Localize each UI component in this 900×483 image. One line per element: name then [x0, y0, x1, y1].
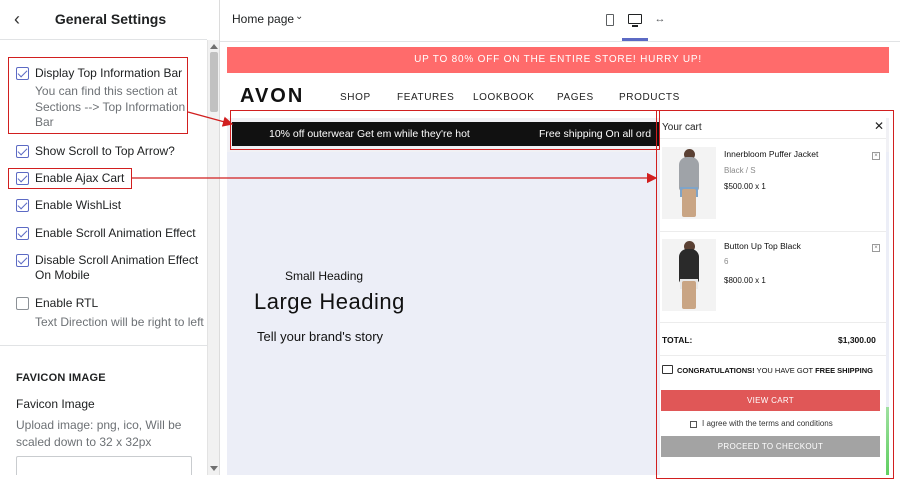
scroll-thumb[interactable]: [210, 52, 218, 112]
store-logo[interactable]: AVON: [240, 85, 304, 108]
panel-header: ‹ General Settings: [0, 0, 207, 40]
panel-title: General Settings: [54, 11, 167, 27]
scrollbar[interactable]: [207, 40, 219, 475]
favicon-label: Favicon Image: [16, 397, 95, 411]
nav-item-lookbook[interactable]: LOOKBOOK: [473, 92, 535, 103]
section-divider: [0, 345, 207, 346]
setting-scroll-to-top[interactable]: Show Scroll to Top Arrow?: [16, 144, 201, 160]
setting-label: Enable RTL: [35, 296, 99, 310]
setting-help-text: Text Direction will be right to left: [35, 315, 204, 329]
callout-box-top-info-setting: [8, 57, 188, 134]
checkbox-checked[interactable]: [16, 199, 29, 212]
setting-label: Enable Scroll Animation Effect: [35, 226, 196, 240]
setting-enable-wishlist[interactable]: Enable WishList: [16, 198, 201, 214]
checkbox-checked[interactable]: [16, 227, 29, 240]
checkbox-checked[interactable]: [16, 145, 29, 158]
editor-toolbar: Home page ⌄ ↔: [220, 0, 900, 42]
mobile-view-icon[interactable]: [606, 14, 614, 26]
checkbox-checked[interactable]: [16, 254, 29, 267]
chevron-down-icon[interactable]: ⌄: [295, 11, 305, 22]
nav-item-pages[interactable]: PAGES: [557, 92, 594, 103]
fullscreen-icon[interactable]: ↔: [653, 13, 667, 25]
callout-box-announcement-preview: [230, 110, 660, 150]
favicon-section-heading: FAVICON IMAGE: [16, 372, 106, 384]
setting-label: Show Scroll to Top Arrow?: [35, 144, 175, 158]
scroll-up-arrow-icon[interactable]: [210, 44, 218, 49]
hero-large-heading: Large Heading: [254, 289, 405, 314]
callout-box-ajax-cart-setting: [8, 168, 132, 189]
promo-bar: UP TO 80% OFF ON THE ENTIRE STORE! HURRY…: [227, 47, 889, 73]
setting-label: Disable Scroll Animation Effect On Mobil…: [35, 253, 199, 282]
active-device-indicator: [622, 38, 648, 41]
nav-item-products[interactable]: PRODUCTS: [619, 92, 680, 103]
setting-disable-animation-mobile[interactable]: Disable Scroll Animation Effect On Mobil…: [16, 253, 201, 285]
favicon-help-text: Upload image: png, ico, Will be scaled d…: [16, 418, 182, 449]
hero-story-text: Tell your brand's story: [257, 329, 384, 344]
nav-item-features[interactable]: FEATURES: [397, 92, 454, 103]
desktop-view-icon[interactable]: [628, 14, 642, 27]
nav-item-shop[interactable]: SHOP: [340, 92, 371, 103]
setting-scroll-animation[interactable]: Enable Scroll Animation Effect: [16, 226, 201, 242]
callout-box-cart-preview: [656, 110, 894, 479]
favicon-upload-box[interactable]: [16, 456, 192, 475]
checkbox-unchecked[interactable]: [16, 297, 29, 310]
scroll-down-arrow-icon[interactable]: [210, 466, 218, 471]
page-select[interactable]: Home page: [232, 12, 294, 26]
setting-label: Enable WishList: [35, 198, 122, 212]
setting-enable-rtl[interactable]: Enable RTL Text Direction will be right …: [16, 296, 204, 330]
chevron-left-icon[interactable]: ‹: [10, 10, 24, 30]
hero-small-heading: Small Heading: [285, 269, 364, 283]
